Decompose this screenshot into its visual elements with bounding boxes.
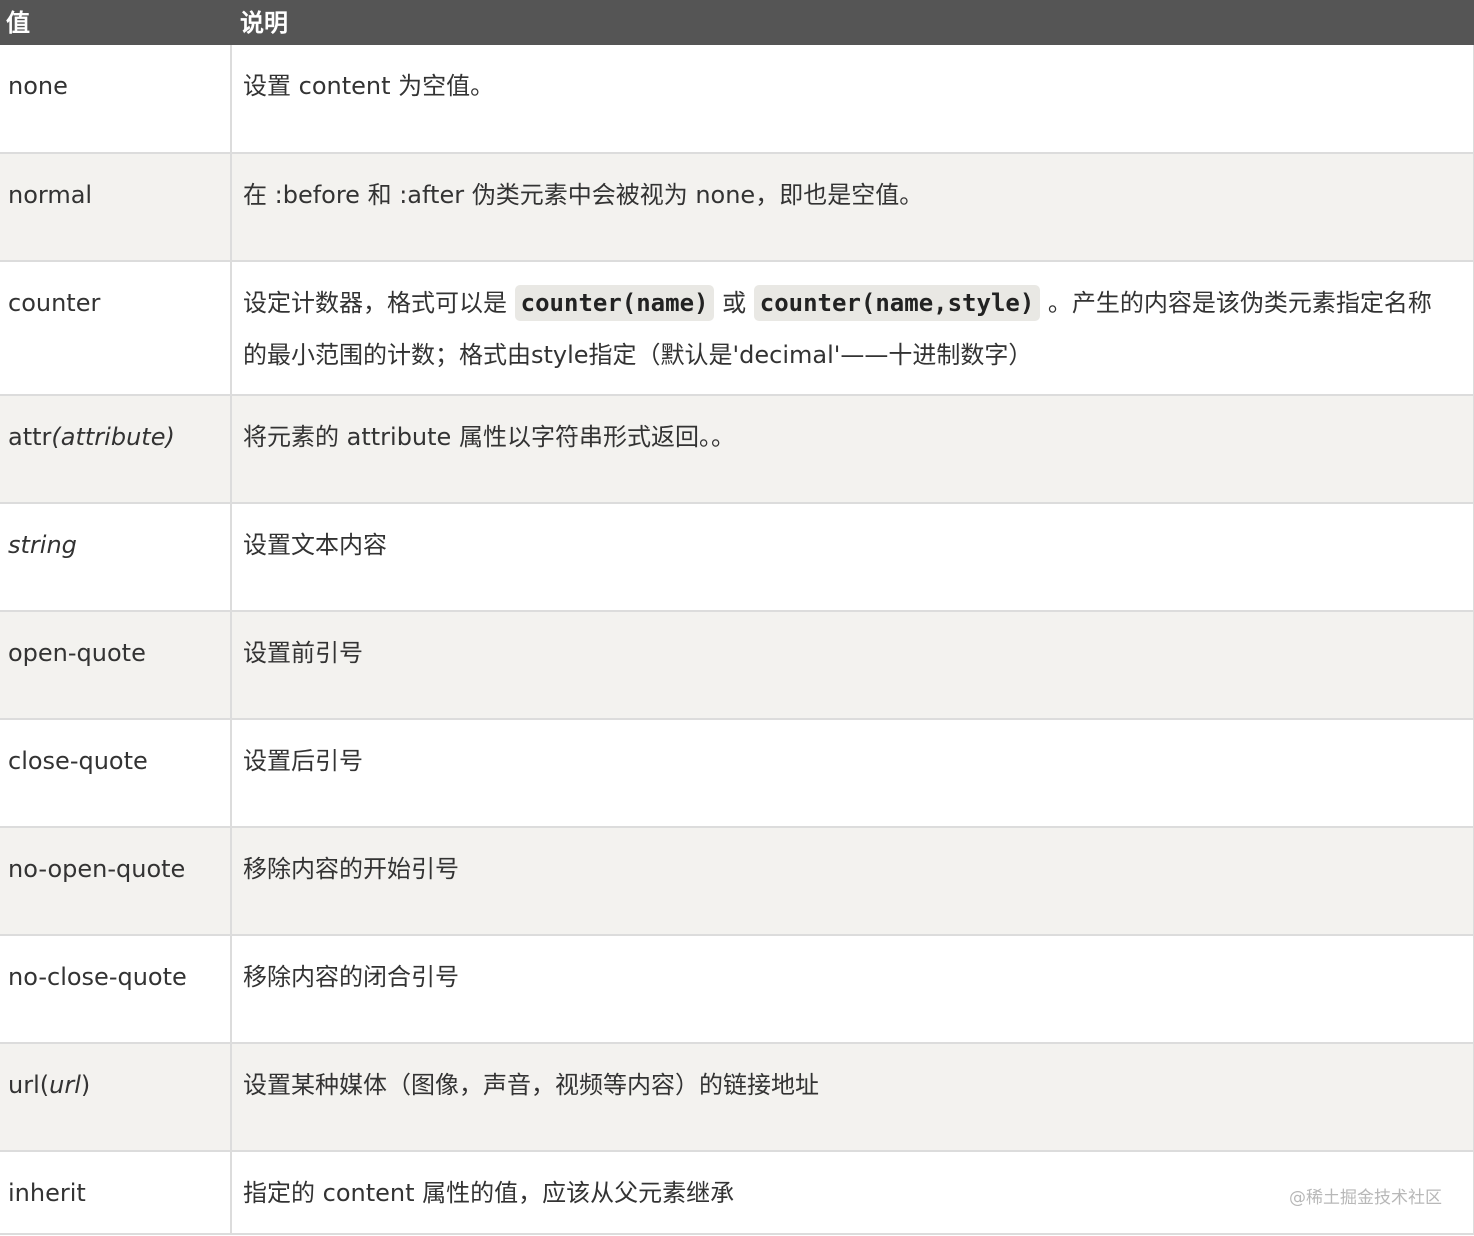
row-desc-no-open-quote: 移除内容的开始引号 bbox=[231, 827, 1474, 936]
table-row: url(url) 设置某种媒体（图像，声音，视频等内容）的链接地址 bbox=[0, 1043, 1474, 1152]
table-row: normal 在 :before 和 :after 伪类元素中会被视为 none… bbox=[0, 153, 1474, 262]
row-value-close-quote: close-quote bbox=[0, 719, 232, 828]
table-row: no-open-quote 移除内容的开始引号 bbox=[0, 827, 1474, 936]
table-row: none 设置 content 为空值。 bbox=[0, 45, 1474, 154]
value-text: ) bbox=[80, 1071, 91, 1099]
content-values-table: 值 说明 none 设置 content 为空值。 normal 在 :befo… bbox=[0, 0, 1474, 1235]
table-row: counter 设定计数器，格式可以是 counter(name) 或 coun… bbox=[0, 261, 1474, 396]
row-desc-close-quote: 设置后引号 bbox=[231, 719, 1474, 828]
desc-text: 设定计数器，格式可以是 bbox=[243, 289, 515, 317]
row-value-counter: counter bbox=[0, 261, 232, 396]
table-row: close-quote 设置后引号 bbox=[0, 719, 1474, 828]
table-row: inherit 指定的 content 属性的值，应该从父元素继承 bbox=[0, 1151, 1474, 1235]
content-values-table-page: 值 说明 none 设置 content 为空值。 normal 在 :befo… bbox=[0, 0, 1474, 1236]
value-italic: string bbox=[8, 531, 77, 559]
row-value-none: none bbox=[0, 45, 232, 154]
row-desc-string: 设置文本内容 bbox=[231, 503, 1474, 612]
row-value-normal: normal bbox=[0, 153, 232, 262]
header-description: 说明 bbox=[240, 8, 288, 37]
row-desc-none: 设置 content 为空值。 bbox=[231, 45, 1474, 154]
row-desc-url: 设置某种媒体（图像，声音，视频等内容）的链接地址 bbox=[231, 1043, 1474, 1152]
row-value-no-open-quote: no-open-quote bbox=[0, 827, 232, 936]
table-row: no-close-quote 移除内容的闭合引号 bbox=[0, 935, 1474, 1044]
table-header: 值 说明 bbox=[0, 0, 1474, 45]
row-desc-no-close-quote: 移除内容的闭合引号 bbox=[231, 935, 1474, 1044]
header-value: 值 bbox=[6, 8, 30, 37]
row-desc-inherit: 指定的 content 属性的值，应该从父元素继承 bbox=[231, 1151, 1474, 1235]
code-counter-name-style: counter(name,style) bbox=[753, 285, 1041, 321]
value-text: attr bbox=[8, 423, 52, 451]
table-row: string 设置文本内容 bbox=[0, 503, 1474, 612]
code-counter-name: counter(name) bbox=[514, 285, 715, 321]
table-row: open-quote 设置前引号 bbox=[0, 611, 1474, 720]
row-value-string: string bbox=[0, 503, 232, 612]
row-desc-normal: 在 :before 和 :after 伪类元素中会被视为 none，即也是空值。 bbox=[231, 153, 1474, 262]
row-value-inherit: inherit bbox=[0, 1151, 232, 1235]
row-value-url: url(url) bbox=[0, 1043, 232, 1152]
value-text: url( bbox=[8, 1071, 50, 1099]
watermark: @稀土掘金技术社区 bbox=[1289, 1188, 1442, 1208]
table-body: none 设置 content 为空值。 normal 在 :before 和 … bbox=[0, 45, 1474, 1235]
row-desc-attr: 将元素的 attribute 属性以字符串形式返回。。 bbox=[231, 395, 1474, 504]
row-value-open-quote: open-quote bbox=[0, 611, 232, 720]
header-row: 值 说明 bbox=[0, 0, 1474, 45]
desc-text: 或 bbox=[714, 289, 754, 317]
row-value-no-close-quote: no-close-quote bbox=[0, 935, 232, 1044]
value-italic: url bbox=[49, 1071, 81, 1099]
table-row: attr(attribute) 将元素的 attribute 属性以字符串形式返… bbox=[0, 395, 1474, 504]
value-italic: (attribute) bbox=[51, 423, 175, 451]
row-value-attr: attr(attribute) bbox=[0, 395, 232, 504]
row-desc-open-quote: 设置前引号 bbox=[231, 611, 1474, 720]
row-desc-counter: 设定计数器，格式可以是 counter(name) 或 counter(name… bbox=[231, 261, 1474, 396]
